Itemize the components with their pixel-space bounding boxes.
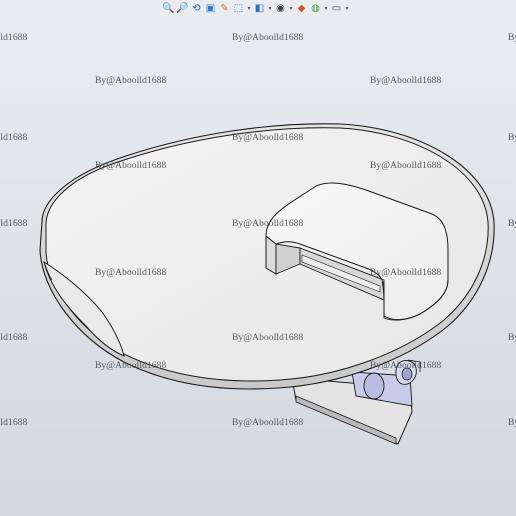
watermark-text: By@Aboolld1688 — [370, 268, 442, 278]
watermark-text: By@Aboolld1688 — [508, 418, 516, 428]
watermark-text: By@Aboolld1688 — [95, 268, 167, 278]
graphics-area[interactable]: 🔍 🔎 ⟲ ▣ ✎ ⬚ ▾ ◧ ▾ ◉ ▾ ◆ ◍ ▾ ▭ ▾ lld1688 … — [0, 0, 516, 516]
watermark-text: By@Aboolld1688 — [370, 361, 442, 371]
watermark-text: By@Aboolld1688 — [370, 76, 442, 86]
watermark-text: By@Aboolld1688 — [95, 76, 167, 86]
watermark-text: By@Aboolld1688 — [0, 33, 28, 43]
watermark-text: By@Aboolld1688 — [95, 361, 167, 371]
watermark-text: By@Aboolld1688 — [508, 133, 516, 143]
watermark-text: By@Aboolld1688 — [232, 219, 304, 229]
watermark-text: By@Aboolld1688 — [0, 333, 28, 343]
watermark-text: By@Aboolld1688 — [232, 33, 304, 43]
watermark-text: By@Aboolld1688 — [370, 161, 442, 171]
watermark-text: By@Aboolld1688 — [0, 219, 28, 229]
watermark-text: By@Aboolld1688 — [232, 333, 304, 343]
watermark-text: By@Aboolld1688 — [508, 219, 516, 229]
watermark-text: By@Aboolld1688 — [95, 161, 167, 171]
watermark-text: By@Aboolld1688 — [232, 418, 304, 428]
watermark-text: By@Aboolld1688 — [0, 133, 28, 143]
watermark-text: By@Aboolld1688 — [0, 418, 28, 428]
watermark-text: By@Aboolld1688 — [508, 333, 516, 343]
watermark-text: By@Aboolld1688 — [508, 33, 516, 43]
watermark-text: By@Aboolld1688 — [232, 133, 304, 143]
